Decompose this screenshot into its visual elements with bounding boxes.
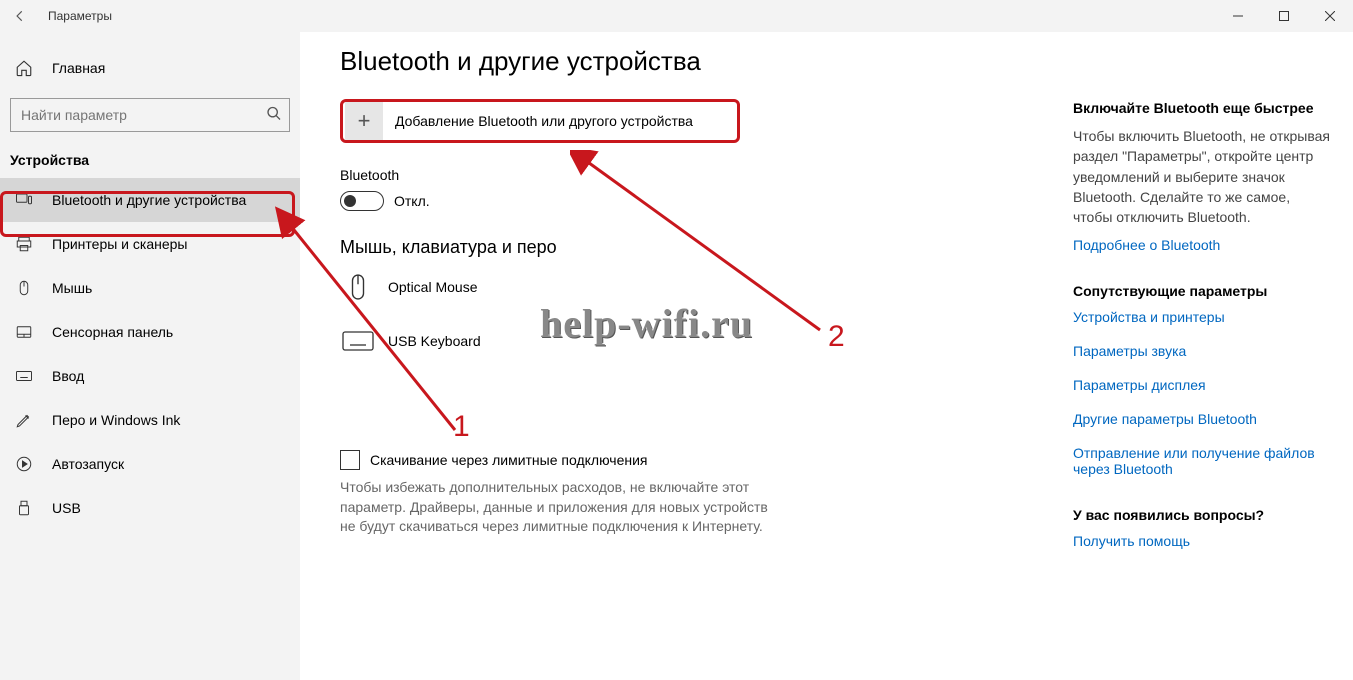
sidebar: Главная Устройства Bluetooth и другие ус… (0, 32, 300, 680)
bluetooth-toggle[interactable] (340, 191, 384, 211)
window-controls (1215, 0, 1353, 32)
mouse-device-icon (340, 272, 376, 302)
link-get-help[interactable]: Получить помощь (1073, 533, 1333, 549)
sidebar-home[interactable]: Главная (0, 50, 300, 86)
link-devices-printers[interactable]: Устройства и принтеры (1073, 309, 1333, 325)
sidebar-category: Устройства (0, 146, 300, 178)
metered-label: Скачивание через лимитные подключения (370, 452, 647, 468)
touchpad-icon (14, 322, 34, 342)
bluetooth-label: Bluetooth (340, 167, 1053, 183)
main-content: Bluetooth и другие устройства + Добавлен… (340, 46, 1053, 680)
device-item[interactable]: Optical Mouse (340, 272, 1053, 302)
rp-related-title: Сопутствующие параметры (1073, 283, 1333, 299)
link-sound[interactable]: Параметры звука (1073, 343, 1333, 359)
autoplay-icon (14, 454, 34, 474)
plus-icon: + (345, 102, 383, 140)
close-button[interactable] (1307, 0, 1353, 32)
devices-icon (14, 190, 34, 210)
rp-questions-title: У вас появились вопросы? (1073, 507, 1333, 523)
rp-bt-fast-title: Включайте Bluetooth еще быстрее (1073, 100, 1333, 116)
usb-icon (14, 498, 34, 518)
link-display[interactable]: Параметры дисплея (1073, 377, 1333, 393)
sidebar-item-label: Ввод (52, 368, 84, 384)
sidebar-item-pen[interactable]: Перо и Windows Ink (0, 398, 300, 442)
add-device-button[interactable]: + Добавление Bluetooth или другого устро… (340, 99, 740, 143)
home-icon (14, 58, 34, 78)
metered-help-text: Чтобы избежать дополнительных расходов, … (340, 478, 780, 537)
link-send-receive-bt[interactable]: Отправление или получение файлов через B… (1073, 445, 1333, 477)
rp-bt-fast-text: Чтобы включить Bluetooth, не открывая ра… (1073, 126, 1333, 227)
sidebar-item-label: USB (52, 500, 81, 516)
link-bt-more[interactable]: Подробнее о Bluetooth (1073, 237, 1333, 253)
sidebar-item-autoplay[interactable]: Автозапуск (0, 442, 300, 486)
add-device-label: Добавление Bluetooth или другого устройс… (395, 113, 693, 129)
section-mouse-keyboard: Мышь, клавиатура и перо (340, 237, 1053, 258)
sidebar-item-label: Сенсорная панель (52, 324, 173, 340)
bluetooth-toggle-row: Откл. (340, 191, 1053, 211)
annotation-1: 1 (453, 410, 470, 444)
device-label: USB Keyboard (388, 333, 481, 349)
metered-checkbox[interactable] (340, 450, 360, 470)
sidebar-item-typing[interactable]: Ввод (0, 354, 300, 398)
titlebar: Параметры (0, 0, 1353, 32)
sidebar-item-label: Мышь (52, 280, 92, 296)
minimize-button[interactable] (1215, 0, 1261, 32)
sidebar-item-label: Принтеры и сканеры (52, 236, 187, 252)
device-label: Optical Mouse (388, 279, 477, 295)
search-input[interactable] (10, 98, 290, 132)
sidebar-item-printers[interactable]: Принтеры и сканеры (0, 222, 300, 266)
page-title: Bluetooth и другие устройства (340, 46, 1053, 77)
watermark: help-wifi.ru (540, 300, 753, 347)
window-title: Параметры (48, 9, 112, 23)
pen-icon (14, 410, 34, 430)
sidebar-item-label: Автозапуск (52, 456, 124, 472)
sidebar-home-label: Главная (52, 60, 105, 76)
keyboard-device-icon (340, 326, 376, 356)
sidebar-item-label: Перо и Windows Ink (52, 412, 180, 428)
annotation-2: 2 (828, 320, 845, 354)
sidebar-item-label: Bluetooth и другие устройства (52, 192, 246, 208)
sidebar-item-mouse[interactable]: Мышь (0, 266, 300, 310)
mouse-icon (14, 278, 34, 298)
back-icon[interactable] (10, 6, 30, 26)
sidebar-item-touchpad[interactable]: Сенсорная панель (0, 310, 300, 354)
printer-icon (14, 234, 34, 254)
right-pane: Включайте Bluetooth еще быстрее Чтобы вк… (1073, 100, 1333, 567)
bluetooth-state: Откл. (394, 193, 430, 209)
metered-download-row: Скачивание через лимитные подключения (340, 450, 1053, 470)
keyboard-icon (14, 366, 34, 386)
search-icon (266, 106, 282, 125)
link-other-bt[interactable]: Другие параметры Bluetooth (1073, 411, 1333, 427)
sidebar-item-bluetooth[interactable]: Bluetooth и другие устройства (0, 178, 300, 222)
sidebar-item-usb[interactable]: USB (0, 486, 300, 530)
maximize-button[interactable] (1261, 0, 1307, 32)
search-box[interactable] (10, 98, 290, 132)
